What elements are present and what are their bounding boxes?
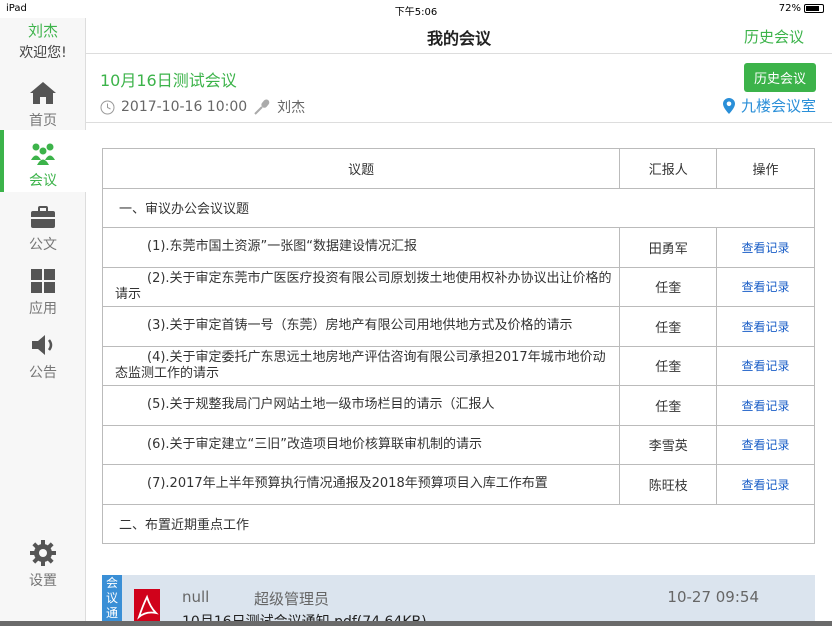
meeting-title: 10月16日测试会议 [100, 71, 237, 90]
agenda-row: (6).关于审定建立“三旧”改造项目地价核算联审机制的请示 李雪英 查看记录 [101, 424, 815, 465]
attachment-item[interactable]: 会议通 null 超级管理员 10-27 09:54 10月16日测试会议通知.… [102, 575, 815, 626]
microphone-icon [254, 99, 270, 115]
reporter-name: 任奎 [619, 266, 718, 307]
nav-settings[interactable]: 设置 [0, 530, 86, 592]
clock-icon [100, 100, 115, 114]
clock: 下午5:06 [394, 7, 438, 18]
nav-document[interactable]: 公文 [0, 194, 86, 256]
reporter-name: 李雪英 [619, 424, 718, 465]
welcome-text: 欢迎您! [19, 45, 67, 61]
view-record-link[interactable]: 查看记录 [742, 241, 790, 255]
grid-icon [31, 269, 55, 293]
reporter-name: 田勇军 [619, 227, 718, 268]
view-record-link[interactable]: 查看记录 [742, 359, 790, 373]
reporter-name: 任奎 [619, 345, 718, 386]
history-meetings-link[interactable]: 历史会议 [744, 26, 804, 47]
col-action-header: 操作 [716, 148, 815, 189]
attachment-uploader: null [182, 588, 210, 606]
topic-title: (7).2017年上半年预算执行情况通报及2018年预算项目入库工作布置 [101, 464, 621, 505]
nav-home-label: 首页 [29, 113, 57, 129]
bottom-edge [0, 621, 832, 626]
history-meetings-button[interactable]: 历史会议 [743, 63, 816, 92]
agenda-row: (4).关于审定委托广东思远土地房地产评估咨询有限公司承担2017年城市地价动态… [101, 345, 815, 386]
agenda-row: (5).关于规整我局门户网站土地一级市场栏目的请示（汇报人 任奎 查看记录 [101, 385, 815, 426]
speaker-icon [32, 335, 53, 355]
view-record-link[interactable]: 查看记录 [742, 438, 790, 452]
section-title: 二、布置近期重点工作 [102, 503, 815, 544]
user-name: 刘杰 [27, 22, 58, 40]
nav-meeting-label: 会议 [29, 173, 57, 189]
agenda-row: (3).关于审定首铸一号（东莞）房地产有限公司用地供地方式及价格的请示 任奎 查… [101, 306, 815, 347]
gear-icon [30, 540, 56, 566]
view-record-link[interactable]: 查看记录 [742, 320, 790, 334]
topic-title: (2).关于审定东莞市广医医疗投资有限公司原划拨土地使用权补办协议出让价格的请示 [101, 266, 621, 307]
battery-icon [804, 4, 824, 13]
topic-title: (5).关于规整我局门户网站土地一级市场栏目的请示（汇报人 [101, 385, 621, 426]
top-bar: 我的会议 历史会议 [86, 18, 832, 54]
view-record-link[interactable]: 查看记录 [742, 280, 790, 294]
sidebar: 刘杰 欢迎您! 首页 会议 公文 应用 公告 设置 [0, 18, 86, 626]
status-bar: iPad 下午5:06 72% [0, 0, 832, 18]
nav-document-label: 公文 [29, 237, 57, 253]
nav-settings-label: 设置 [29, 573, 57, 589]
battery-percent: 72% [778, 3, 801, 14]
attachment-type-tag: 会议通 [102, 575, 122, 626]
agenda-row: (2).关于审定东莞市广医医疗投资有限公司原划拨土地使用权补办协议出让价格的请示… [101, 266, 815, 307]
meeting-room-name: 九楼会议室 [740, 97, 816, 115]
reporter-name: 陈旺枝 [619, 464, 718, 505]
agenda-row: (1).东莞市国土资源”一张图“数据建设情况汇报 田勇军 查看记录 [101, 227, 815, 268]
col-topic-header: 议题 [101, 148, 621, 189]
col-reporter-header: 汇报人 [619, 148, 718, 189]
attachment-time: 10-27 09:54 [667, 588, 759, 606]
agenda-table: 议题 汇报人 操作 一、审议办公会议议题 (1).东莞市国土资源”一张图“数据建… [101, 148, 815, 544]
topic-title: (3).关于审定首铸一号（东莞）房地产有限公司用地供地方式及价格的请示 [101, 306, 621, 347]
meeting-datetime: 2017-10-16 10:00 [121, 99, 248, 115]
battery-status: 72% [779, 3, 824, 14]
nav-notice-label: 公告 [29, 365, 57, 381]
home-icon [30, 82, 56, 104]
pdf-icon [134, 589, 160, 625]
nav-apps-label: 应用 [29, 301, 57, 317]
people-icon [31, 143, 55, 165]
reporter-name: 任奎 [619, 306, 718, 347]
location-pin-icon [722, 97, 735, 114]
view-record-link[interactable]: 查看记录 [742, 399, 790, 413]
view-record-link[interactable]: 查看记录 [742, 478, 790, 492]
nav-apps[interactable]: 应用 [0, 258, 86, 320]
nav-notice[interactable]: 公告 [0, 322, 86, 384]
nav-home[interactable]: 首页 [0, 70, 86, 132]
topic-title: (4).关于审定委托广东思远土地房地产评估咨询有限公司承担2017年城市地价动态… [101, 345, 621, 386]
agenda-section-row: 二、布置近期重点工作 [102, 503, 815, 544]
meeting-room: 九楼会议室 [722, 95, 816, 116]
nav-meeting[interactable]: 会议 [0, 130, 86, 192]
meeting-host: 刘杰 [277, 100, 306, 116]
agenda-header-row: 议题 汇报人 操作 [101, 148, 815, 189]
topic-title: (1).东莞市国土资源”一张图“数据建设情况汇报 [101, 227, 621, 268]
attachment-uploader-role: 超级管理员 [254, 590, 330, 608]
agenda-section-row: 一、审议办公会议议题 [102, 187, 815, 228]
section-title: 一、审议办公会议议题 [102, 187, 815, 228]
reporter-name: 任奎 [619, 385, 718, 426]
briefcase-icon [31, 206, 55, 228]
meeting-header: 10月16日测试会议 2017-10-16 10:00 刘杰 历史会议 九楼会议… [86, 55, 832, 123]
page-title: 我的会议 [426, 29, 491, 48]
topic-title: (6).关于审定建立“三旧”改造项目地价核算联审机制的请示 [101, 424, 621, 465]
agenda-row: (7).2017年上半年预算执行情况通报及2018年预算项目入库工作布置 陈旺枝… [101, 464, 815, 505]
meeting-meta: 2017-10-16 10:00 刘杰 [100, 97, 305, 117]
